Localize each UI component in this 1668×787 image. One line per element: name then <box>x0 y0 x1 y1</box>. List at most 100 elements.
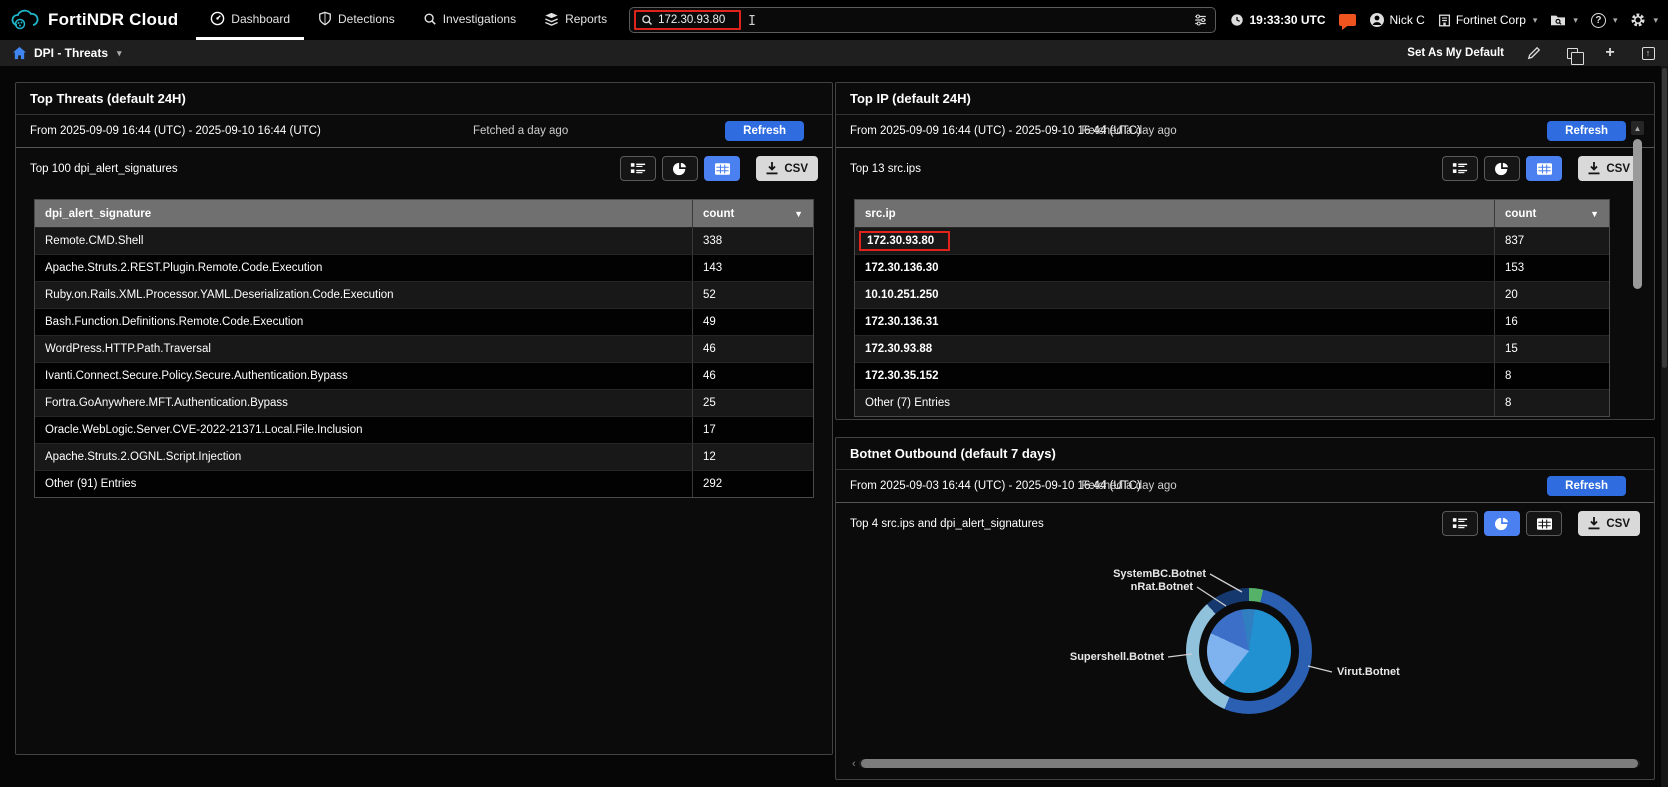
top-threats-table: dpi_alert_signature count ▼ Remote.CMD.S… <box>34 199 814 498</box>
panel-horizontal-scrollbar[interactable]: ‹ <box>852 758 1640 769</box>
dashboard-toolbar: DPI - Threats ▾ Set As My Default + ↑ <box>0 40 1668 66</box>
cell-count: 8 <box>1495 363 1609 389</box>
pie-chart-icon <box>1495 517 1509 531</box>
csv-download-button[interactable]: CSV <box>1578 511 1640 536</box>
refresh-button[interactable]: Refresh <box>1547 476 1626 496</box>
table-view-icon <box>1537 163 1552 175</box>
donut-inner-pie[interactable] <box>1207 609 1291 693</box>
notifications-button[interactable] <box>1339 14 1356 26</box>
brand-logo[interactable]: FortiNDR Cloud <box>10 8 178 32</box>
list-view-toggle[interactable] <box>1442 156 1478 181</box>
page-vertical-scrollbar[interactable] <box>1661 66 1668 787</box>
refresh-button[interactable]: Refresh <box>1547 121 1626 141</box>
table-row[interactable]: Other (7) Entries8 <box>855 389 1609 416</box>
sort-desc-icon[interactable]: ▼ <box>794 209 803 219</box>
table-row[interactable]: 172.30.35.1528 <box>855 362 1609 389</box>
column-header-srcip[interactable]: src.ip <box>855 200 1495 227</box>
saved-searches-menu[interactable]: ▾ <box>1550 13 1578 27</box>
add-widget-button[interactable]: + <box>1602 45 1618 61</box>
table-row[interactable]: Fortra.GoAnywhere.MFT.Authentication.Byp… <box>35 389 813 416</box>
column-header-count[interactable]: count ▼ <box>1495 200 1609 227</box>
pie-view-toggle[interactable] <box>1484 511 1520 536</box>
list-view-icon <box>1452 162 1468 175</box>
table-row[interactable]: Ruby.on.Rails.XML.Processor.YAML.Deseria… <box>35 281 813 308</box>
edit-dashboard-button[interactable] <box>1526 45 1542 61</box>
table-view-icon <box>715 163 730 175</box>
cell-count: 49 <box>693 309 813 335</box>
search-filter-icon[interactable] <box>1193 13 1208 27</box>
table-row[interactable]: 172.30.136.3116 <box>855 308 1609 335</box>
table-row[interactable]: Bash.Function.Definitions.Remote.Code.Ex… <box>35 308 813 335</box>
table-row[interactable]: 10.10.251.25020 <box>855 281 1609 308</box>
table-row[interactable]: WordPress.HTTP.Path.Traversal46 <box>35 335 813 362</box>
nav-investigations[interactable]: Investigations <box>409 0 530 40</box>
table-view-toggle[interactable] <box>1526 156 1562 181</box>
table-view-toggle[interactable] <box>1526 511 1562 536</box>
org-selector[interactable]: Fortinet Corp ▾ <box>1438 13 1538 27</box>
table-row[interactable]: 172.30.136.30153 <box>855 254 1609 281</box>
cell-count: 15 <box>1495 336 1609 362</box>
cell-main: 172.30.93.80 <box>855 228 1495 254</box>
scrollbar-thumb[interactable] <box>861 759 1638 768</box>
home-icon <box>12 46 27 60</box>
scroll-up-button[interactable]: ▲ <box>1631 121 1644 135</box>
table-row[interactable]: 172.30.93.80837 <box>855 227 1609 254</box>
table-view-toggle[interactable] <box>704 156 740 181</box>
fetched-status: Fetched a day ago <box>1081 480 1176 492</box>
column-header-count[interactable]: count ▼ <box>693 200 813 227</box>
botnet-outbound-panel: Botnet Outbound (default 7 days) From 20… <box>835 437 1655 780</box>
dashboard-title: DPI - Threats <box>34 46 108 60</box>
refresh-button[interactable]: Refresh <box>725 121 804 141</box>
scrollbar-thumb[interactable] <box>1662 68 1667 368</box>
csv-download-button[interactable]: CSV <box>756 156 818 181</box>
copy-icon <box>1567 48 1578 59</box>
cell-count: 12 <box>693 444 813 470</box>
help-menu[interactable]: ? ▾ <box>1591 13 1618 28</box>
nav-dashboard[interactable]: Dashboard <box>196 0 304 40</box>
nav-dashboard-label: Dashboard <box>231 12 290 26</box>
cell-main: 172.30.136.31 <box>855 309 1495 335</box>
table-row[interactable]: Apache.Struts.2.REST.Plugin.Remote.Code.… <box>35 254 813 281</box>
fortindr-cloud-logo-icon <box>10 8 40 32</box>
nav-detections[interactable]: Detections <box>304 0 409 40</box>
list-view-toggle[interactable] <box>620 156 656 181</box>
pie-view-toggle[interactable] <box>662 156 698 181</box>
global-search-input[interactable]: 172.30.93.80 <box>629 7 1216 33</box>
scroll-left-button[interactable]: ‹ <box>852 759 856 769</box>
pie-view-toggle[interactable] <box>1484 156 1520 181</box>
table-row[interactable]: Other (91) Entries292 <box>35 470 813 497</box>
column-header-signature[interactable]: dpi_alert_signature <box>35 200 693 227</box>
table-row[interactable]: Remote.CMD.Shell338 <box>35 227 813 254</box>
table-row[interactable]: Ivanti.Connect.Secure.Policy.Secure.Auth… <box>35 362 813 389</box>
cell-main: 10.10.251.250 <box>855 282 1495 308</box>
settings-menu[interactable]: ▾ <box>1630 12 1658 28</box>
nav-reports[interactable]: Reports <box>530 0 621 40</box>
top-ip-table: src.ip count ▼ 172.30.93.80837172.30.136… <box>854 199 1610 417</box>
csv-label: CSV <box>1606 163 1630 175</box>
cell-main: Fortra.GoAnywhere.MFT.Authentication.Byp… <box>35 390 693 416</box>
cell-main: Apache.Struts.2.OGNL.Script.Injection <box>35 444 693 470</box>
duplicate-dashboard-button[interactable] <box>1564 45 1580 61</box>
list-view-icon <box>630 162 646 175</box>
panel-vertical-scrollbar[interactable]: ▲ <box>1631 121 1644 451</box>
set-as-default-button[interactable]: Set As My Default <box>1407 47 1504 59</box>
panel-subtitle: Top 100 dpi_alert_signatures <box>30 163 178 175</box>
sort-desc-icon[interactable]: ▼ <box>1590 209 1599 219</box>
brand-name: FortiNDR Cloud <box>48 10 178 30</box>
cell-count: 46 <box>693 336 813 362</box>
search-icon <box>641 14 653 26</box>
scrollbar-thumb[interactable] <box>1633 139 1642 289</box>
dashboard-selector[interactable]: DPI - Threats ▾ <box>12 46 122 60</box>
cell-count: 143 <box>693 255 813 281</box>
view-toggle-group <box>1442 156 1562 181</box>
cell-main: Other (7) Entries <box>855 390 1495 416</box>
table-row[interactable]: 172.30.93.8815 <box>855 335 1609 362</box>
cell-count: 25 <box>693 390 813 416</box>
list-view-toggle[interactable] <box>1442 511 1478 536</box>
cell-count: 338 <box>693 228 813 254</box>
shield-icon <box>318 11 332 26</box>
table-row[interactable]: Apache.Struts.2.OGNL.Script.Injection12 <box>35 443 813 470</box>
user-menu[interactable]: Nick C <box>1369 12 1425 28</box>
expand-dashboard-button[interactable]: ↑ <box>1640 45 1656 61</box>
table-row[interactable]: Oracle.WebLogic.Server.CVE-2022-21371.Lo… <box>35 416 813 443</box>
